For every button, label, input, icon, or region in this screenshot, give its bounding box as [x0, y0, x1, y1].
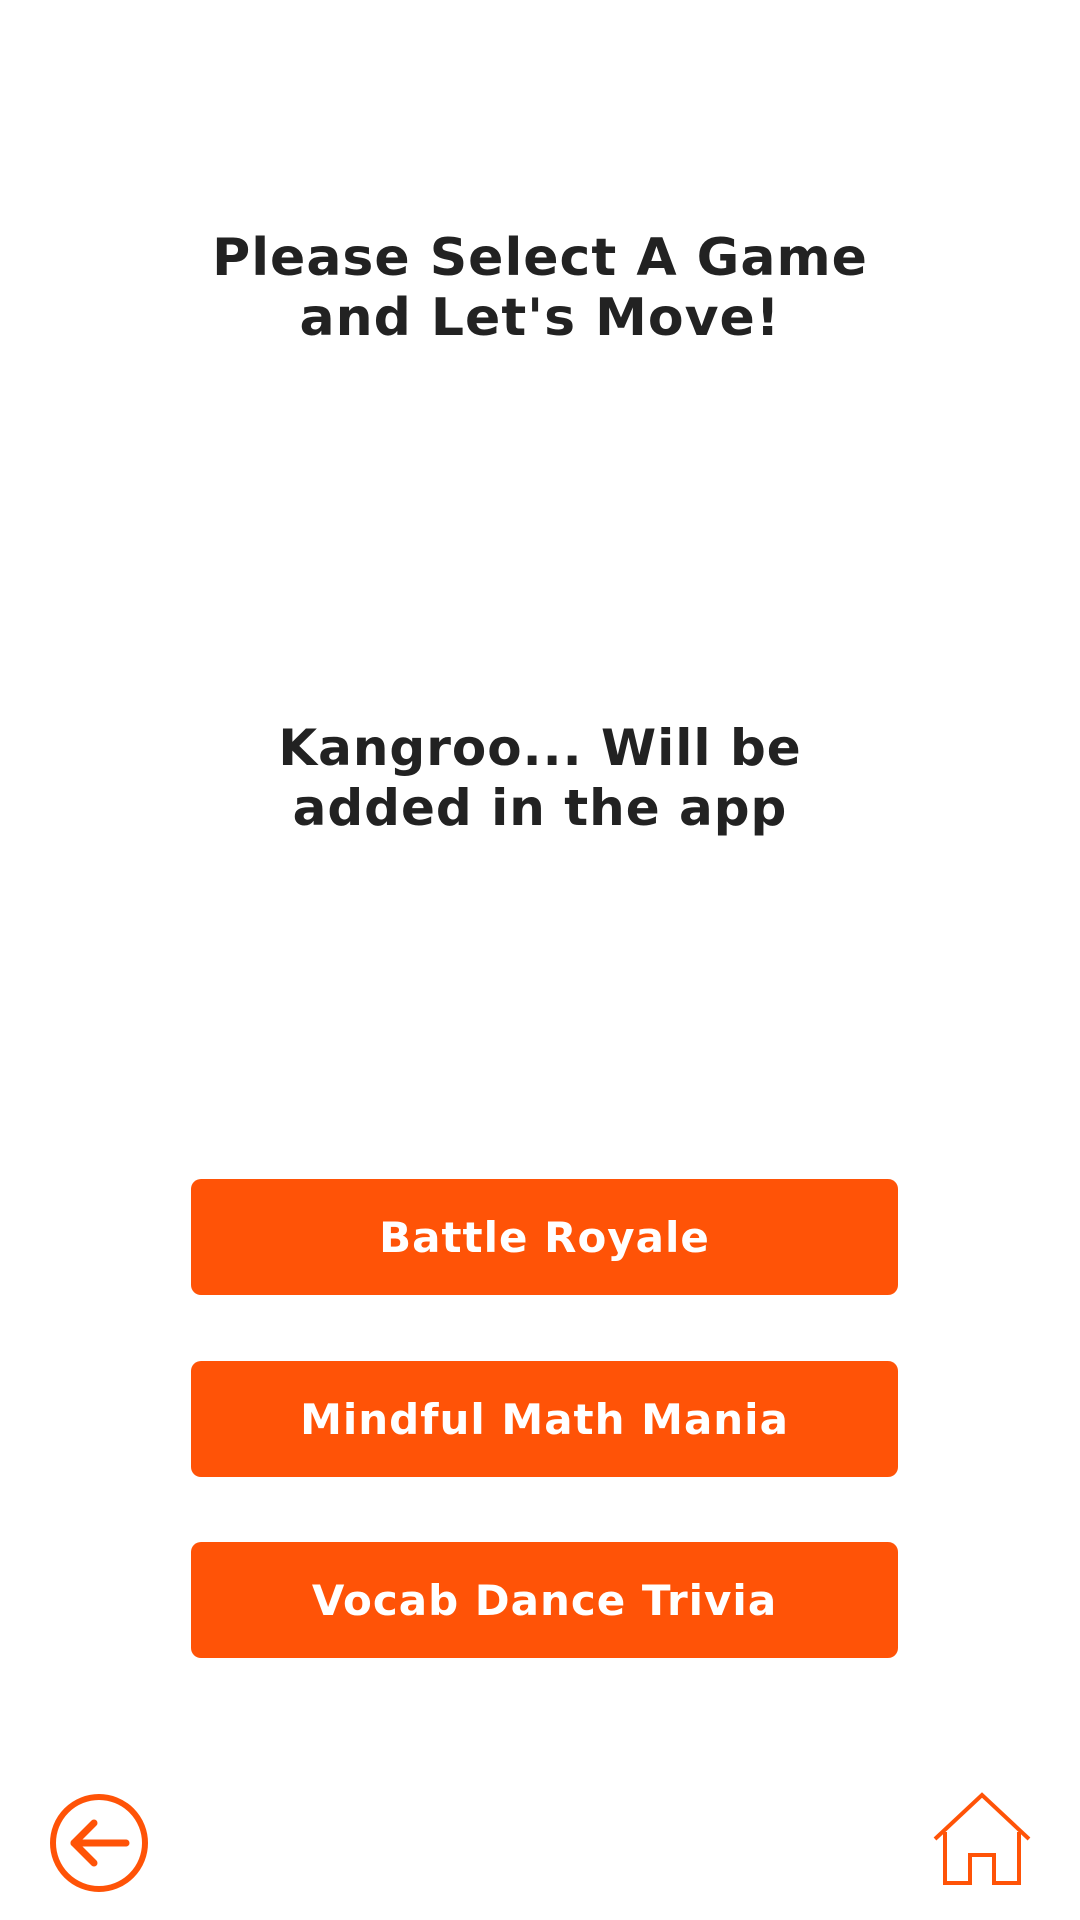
- coming-soon-notice: Kangroo... Will be added in the app: [0, 718, 1080, 838]
- notice-line-2: added in the app: [292, 779, 788, 837]
- battle-royale-button[interactable]: Battle Royale: [191, 1179, 898, 1295]
- mindful-math-mania-button[interactable]: Mindful Math Mania: [191, 1361, 898, 1477]
- page-title-line-2: and Let's Move!: [299, 288, 781, 348]
- page-title-line-1: Please Select A Game: [212, 228, 868, 288]
- home-icon[interactable]: [932, 1792, 1032, 1886]
- vocab-dance-trivia-button[interactable]: Vocab Dance Trivia: [191, 1542, 898, 1658]
- page-title: Please Select A Game and Let's Move!: [0, 228, 1080, 348]
- notice-line-1: Kangroo... Will be: [278, 719, 802, 777]
- back-arrow-circle-icon[interactable]: [48, 1792, 150, 1894]
